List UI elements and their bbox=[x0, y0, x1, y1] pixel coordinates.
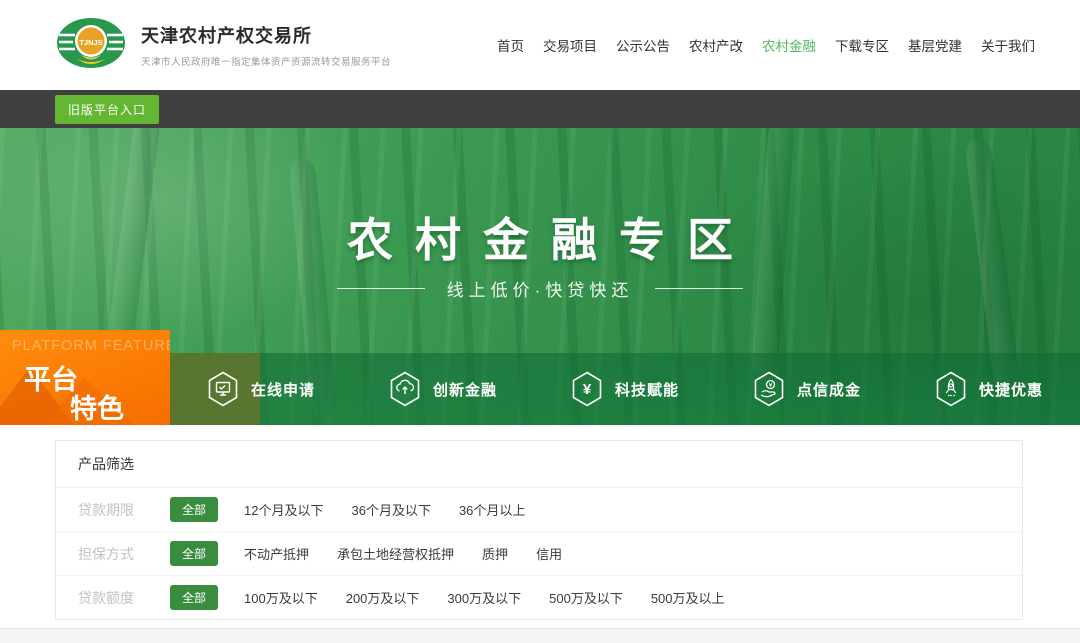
filter-option[interactable]: 200万及以下 bbox=[346, 588, 420, 607]
feature-tab-label: 创新金融 bbox=[433, 379, 497, 400]
filter-options: 100万及以下 200万及以下 300万及以下 500万及以下 500万及以上 bbox=[244, 588, 725, 607]
filter-option[interactable]: 承包土地经营权抵押 bbox=[337, 544, 454, 563]
nav-item-4[interactable]: 农村金融 bbox=[762, 35, 816, 55]
filter-option[interactable]: 100万及以下 bbox=[244, 588, 318, 607]
hand-coin-icon: ¥ bbox=[753, 371, 785, 407]
feature-tab-4[interactable]: 快捷优惠 bbox=[898, 353, 1080, 425]
filter-row-1: 担保方式全部 不动产抵押 承包土地经营权抵押 质押 信用 bbox=[56, 532, 1022, 576]
feature-tab-3[interactable]: ¥ 点信成金 bbox=[716, 353, 898, 425]
site-logo-icon: TJNJS bbox=[55, 15, 127, 75]
filter-option[interactable]: 36个月以上 bbox=[459, 500, 525, 519]
old-platform-entry-button[interactable]: 旧版平台入口 bbox=[55, 95, 159, 124]
hero-title: 农村金融专区 bbox=[0, 204, 1080, 270]
platform-features-title-2: 特色 bbox=[70, 387, 124, 425]
yen-icon: ¥ bbox=[571, 371, 603, 407]
filter-option[interactable]: 信用 bbox=[536, 544, 562, 563]
feature-tab-1[interactable]: 创新金融 bbox=[352, 353, 534, 425]
page: TJNJS 天津农村产权交易所 天津市人民政府唯一指定集体资产资源流转交易服务平… bbox=[0, 0, 1080, 642]
main-nav: 首页交易项目公示公告农村产改农村金融下载专区基层党建关于我们 bbox=[497, 35, 1035, 55]
filter-option[interactable]: 12个月及以下 bbox=[244, 500, 323, 519]
platform-features-block: PLATFORM FEATURES 平台 特色 bbox=[0, 330, 170, 425]
filter-all-badge[interactable]: 全部 bbox=[170, 585, 218, 610]
filter-options: 12个月及以下 36个月及以下 36个月以上 bbox=[244, 500, 525, 519]
site-header: TJNJS 天津农村产权交易所 天津市人民政府唯一指定集体资产资源流转交易服务平… bbox=[0, 0, 1080, 90]
filter-row-label: 贷款期限 bbox=[78, 500, 170, 520]
filter-row-label: 担保方式 bbox=[78, 544, 170, 564]
product-filter-panel: 产品筛选 贷款期限全部12个月及以下36个月及以下36个月以上担保方式全部不动产… bbox=[55, 440, 1023, 620]
site-subtitle: 天津市人民政府唯一指定集体资产资源流转交易服务平台 bbox=[141, 54, 391, 68]
feature-tab-label: 在线申请 bbox=[251, 379, 315, 400]
svg-text:¥: ¥ bbox=[583, 381, 592, 398]
hero-banner: 农村金融专区 线上低价·快贷快还 在线申请创新金融¥科技赋能¥点信成金快捷优惠 … bbox=[0, 128, 1080, 425]
hero-subtitle: 线上低价·快贷快还 bbox=[447, 276, 634, 301]
nav-item-5[interactable]: 下载专区 bbox=[835, 35, 889, 55]
hero-subtitle-row: 线上低价·快贷快还 bbox=[0, 276, 1080, 301]
utility-bar: 旧版平台入口 bbox=[0, 90, 1080, 128]
svg-text:TJNJS: TJNJS bbox=[79, 38, 102, 47]
filter-option[interactable]: 500万及以下 bbox=[549, 588, 623, 607]
monitor-check-icon bbox=[207, 371, 239, 407]
brand-text: 天津农村产权交易所 天津市人民政府唯一指定集体资产资源流转交易服务平台 bbox=[141, 22, 391, 68]
nav-item-3[interactable]: 农村产改 bbox=[689, 35, 743, 55]
filter-option[interactable]: 500万及以上 bbox=[651, 588, 725, 607]
feature-tab-label: 快捷优惠 bbox=[979, 379, 1043, 400]
nav-item-2[interactable]: 公示公告 bbox=[616, 35, 670, 55]
filter-row-2: 贷款额度全部 100万及以下 200万及以下 300万及以下 500万及以下 500万及以… bbox=[56, 576, 1022, 619]
filter-option[interactable]: 300万及以下 bbox=[447, 588, 521, 607]
filter-all-badge[interactable]: 全部 bbox=[170, 541, 218, 566]
site-title: 天津农村产权交易所 bbox=[141, 22, 391, 48]
filter-row-0: 贷款期限全部 12个月及以下 36个月及以下 36个月以上 bbox=[56, 488, 1022, 532]
svg-text:¥: ¥ bbox=[769, 382, 773, 389]
filter-rows: 贷款期限全部12个月及以下36个月及以下36个月以上担保方式全部不动产抵押承包土… bbox=[56, 488, 1022, 619]
filter-option[interactable]: 36个月及以下 bbox=[351, 500, 430, 519]
feature-tab-label: 科技赋能 bbox=[615, 379, 679, 400]
filter-options: 不动产抵押 承包土地经营权抵押 质押 信用 bbox=[244, 544, 562, 563]
feature-tab-label: 点信成金 bbox=[797, 379, 861, 400]
rocket-icon bbox=[935, 371, 967, 407]
filter-row-label: 贷款额度 bbox=[78, 588, 170, 608]
feature-tab-2[interactable]: ¥ 科技赋能 bbox=[534, 353, 716, 425]
feature-tab-0[interactable]: 在线申请 bbox=[170, 353, 352, 425]
filter-option[interactable]: 质押 bbox=[482, 544, 508, 563]
nav-item-6[interactable]: 基层党建 bbox=[908, 35, 962, 55]
nav-item-1[interactable]: 交易项目 bbox=[543, 35, 597, 55]
brand[interactable]: TJNJS 天津农村产权交易所 天津市人民政府唯一指定集体资产资源流转交易服务平… bbox=[55, 15, 391, 75]
filter-panel-title: 产品筛选 bbox=[56, 441, 1022, 488]
filter-all-badge[interactable]: 全部 bbox=[170, 497, 218, 522]
nav-item-7[interactable]: 关于我们 bbox=[981, 35, 1035, 55]
platform-features-eyebrow: PLATFORM FEATURES bbox=[12, 338, 170, 354]
feature-tabbar: 在线申请 创新金融 ¥ 科技赋能 ¥ 点信成金 快捷优惠 bbox=[170, 353, 1080, 425]
footer-strip bbox=[0, 628, 1080, 643]
divider-line bbox=[337, 288, 425, 289]
nav-item-0[interactable]: 首页 bbox=[497, 35, 524, 55]
filter-option[interactable]: 不动产抵押 bbox=[244, 544, 309, 563]
cloud-icon bbox=[389, 371, 421, 407]
divider-line bbox=[655, 288, 743, 289]
